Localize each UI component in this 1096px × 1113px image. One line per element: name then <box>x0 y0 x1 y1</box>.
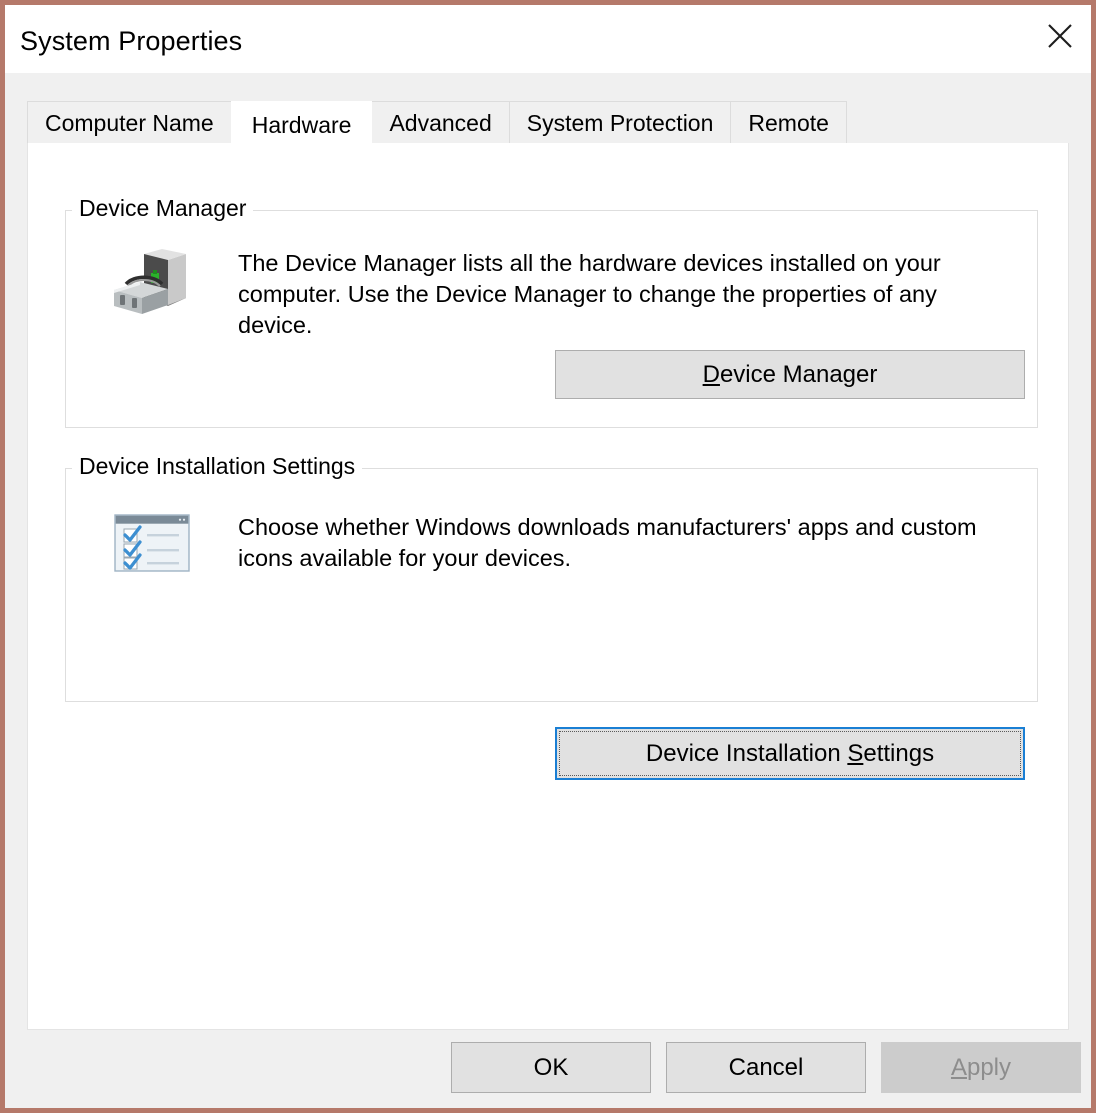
cancel-button[interactable]: Cancel <box>666 1042 866 1093</box>
device-installation-settings-button-label: Device Installation Settings <box>646 740 934 768</box>
device-manager-group: Device Manager The Device Manager lists … <box>65 195 1038 428</box>
title-bar: System Properties <box>5 5 1091 73</box>
device-manager-description: The Device Manager lists all the hardwar… <box>238 250 941 338</box>
tab-remote[interactable]: Remote <box>730 101 847 145</box>
close-button[interactable] <box>1029 5 1091 67</box>
tab-label: Hardware <box>251 111 352 138</box>
window-title: System Properties <box>20 26 243 56</box>
ok-button[interactable]: OK <box>451 1042 651 1093</box>
dialog-footer: OK Cancel Apply <box>5 1030 1091 1108</box>
accel-char: A <box>950 1053 967 1081</box>
tab-label: Remote <box>748 110 829 136</box>
accel-suffix: evice Manager <box>719 360 878 388</box>
accel-suffix: ettings <box>863 739 935 767</box>
device-manager-button[interactable]: Device Manager <box>555 350 1025 399</box>
computer-tower-toolbox-icon <box>110 248 190 318</box>
tab-hardware[interactable]: Hardware <box>230 101 373 148</box>
tab-label: Computer Name <box>45 110 214 136</box>
system-properties-window: System Properties Computer Name Hardware… <box>0 0 1096 1113</box>
cancel-button-label: Cancel <box>728 1053 804 1081</box>
tab-content-panel: Device Manager The Device Manager lists … <box>27 143 1069 1030</box>
tab-label: Advanced <box>389 110 492 136</box>
device-installation-settings-description: Choose whether Windows downloads manufac… <box>238 514 977 571</box>
accel-char: D <box>702 360 720 388</box>
tab-advanced[interactable]: Advanced <box>371 101 510 145</box>
ok-button-label: OK <box>533 1053 569 1081</box>
device-installation-settings-group: Device Installation Settings Choose whet… <box>65 453 1038 780</box>
apply-button-label: Apply <box>951 1054 1011 1082</box>
accel-prefix: Device Installation <box>645 739 848 767</box>
tab-computer-name[interactable]: Computer Name <box>27 101 232 145</box>
apply-button: Apply <box>881 1042 1081 1093</box>
accel-suffix: pply <box>966 1053 1012 1081</box>
device-manager-button-label: Device Manager <box>703 361 878 389</box>
tab-system-protection[interactable]: System Protection <box>508 101 732 145</box>
checklist-window-icon <box>114 514 190 572</box>
close-icon <box>1045 21 1075 51</box>
tab-label: System Protection <box>526 110 714 136</box>
device-installation-settings-button[interactable]: Device Installation Settings <box>555 727 1025 780</box>
accel-char: S <box>847 739 864 767</box>
tab-strip: Computer Name Hardware Advanced System P… <box>5 73 1091 148</box>
tab-list: Computer Name Hardware Advanced System P… <box>27 99 847 148</box>
